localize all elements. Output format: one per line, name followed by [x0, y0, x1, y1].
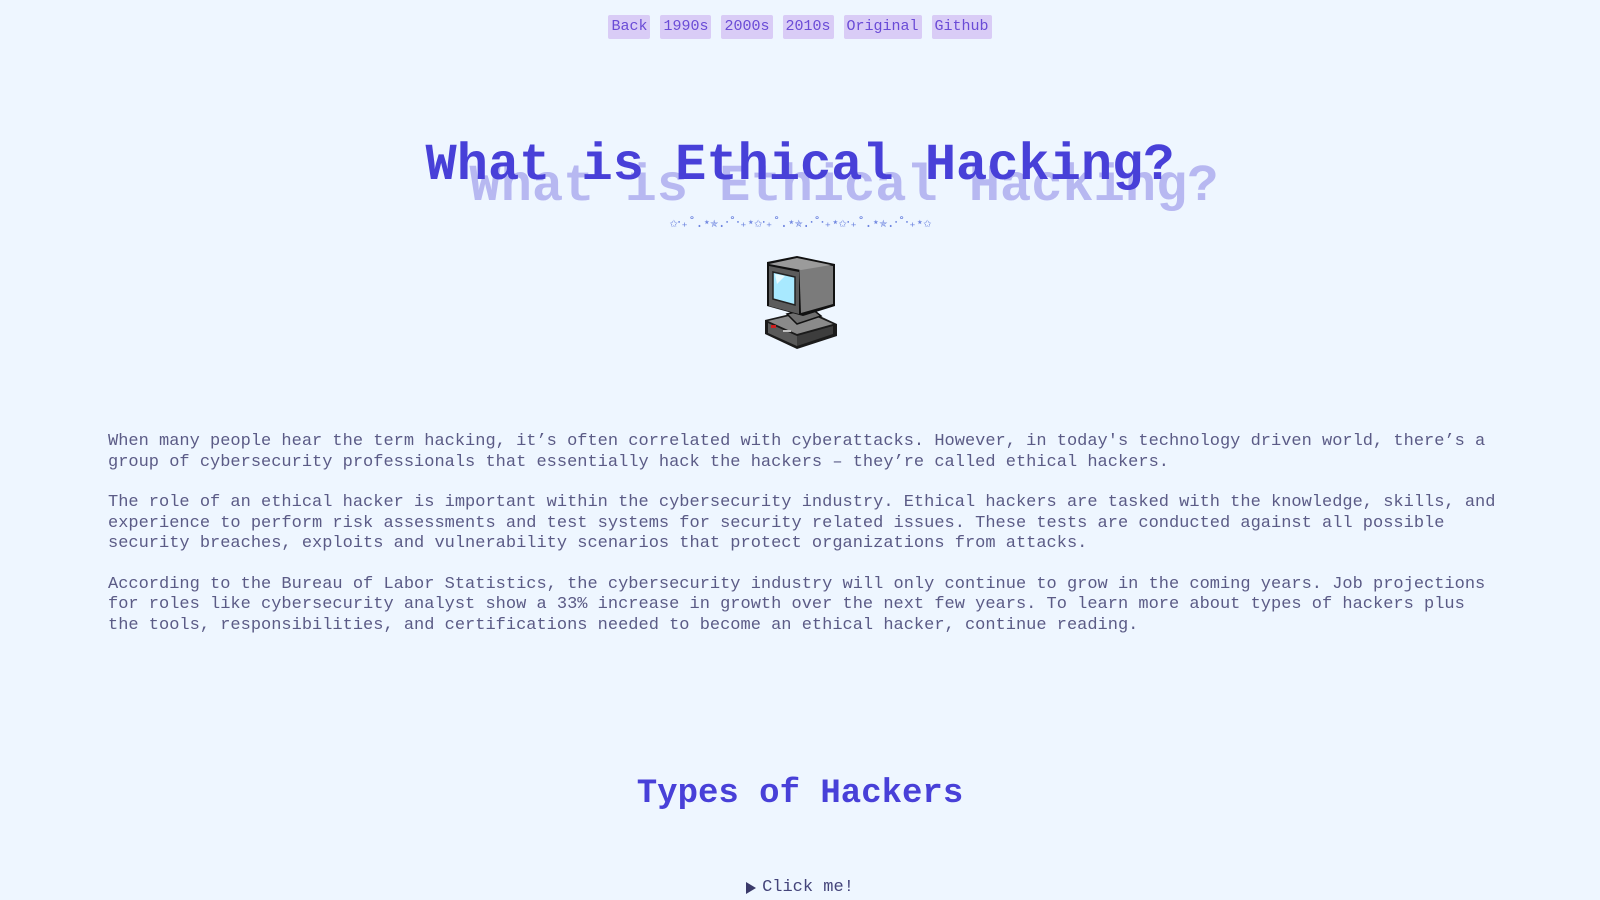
click-me-toggle[interactable]: Click me! — [0, 878, 1600, 897]
computer-icon — [763, 254, 839, 350]
intro-paragraph-3: According to the Bureau of Labor Statist… — [108, 574, 1486, 635]
nav-back-button[interactable]: Back — [608, 15, 651, 39]
nav-github-button[interactable]: Github — [931, 15, 992, 39]
nav-2000s-button[interactable]: 2000s — [721, 15, 773, 39]
click-me-label: Click me! — [762, 878, 854, 897]
intro-text: When many people hear the term hacking, … — [108, 432, 1498, 656]
top-nav: Back 1990s 2000s 2010s Original Github — [0, 15, 1600, 39]
intro-paragraph-1: When many people hear the term hacking, … — [108, 432, 1486, 472]
nav-1990s-button[interactable]: 1990s — [660, 15, 712, 39]
nav-original-button[interactable]: Original — [843, 15, 922, 39]
intro-paragraph-2: The role of an ethical hacker is importa… — [108, 493, 1496, 553]
types-of-hackers-heading: Types of Hackers — [636, 775, 964, 813]
star-divider: ✩‧₊˚.⋆✯.‧˚‧₊⋆✩‧₊˚.⋆✯.‧˚‧₊⋆✩‧₊˚.⋆✯.‧˚‧₊⋆✩ — [669, 216, 931, 232]
page: Back 1990s 2000s 2010s Original Github W… — [0, 0, 1600, 900]
triangle-right-icon — [746, 881, 757, 894]
nav-2010s-button[interactable]: 2010s — [782, 15, 834, 39]
page-title: What is Ethical Hacking? — [425, 136, 1175, 195]
